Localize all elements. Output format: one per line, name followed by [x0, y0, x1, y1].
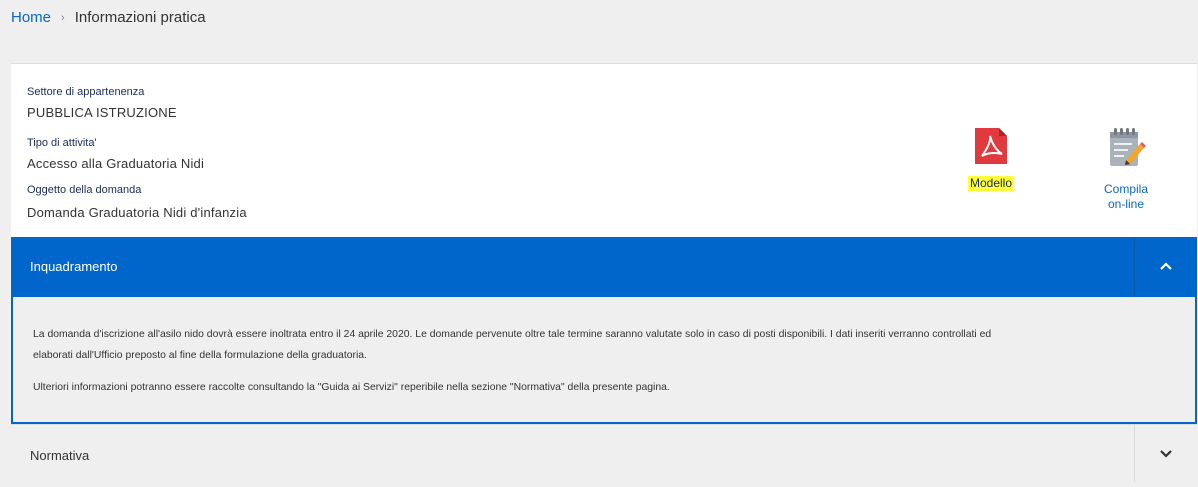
settore-value: PUBBLICA ISTRUZIONE — [27, 105, 177, 120]
compila-online-button[interactable]: Compila on-line — [1093, 126, 1159, 212]
inquadramento-paragraph-2: Ulteriori informazioni potranno essere r… — [33, 382, 670, 393]
breadcrumb: Home › Informazioni pratica — [11, 9, 206, 26]
notepad-pencil-icon — [1093, 126, 1159, 166]
accordion-normativa-header[interactable]: Normativa — [11, 424, 1197, 482]
accordion-inquadramento-title: Inquadramento — [30, 259, 118, 274]
tipo-label: Tipo di attivita' — [27, 137, 97, 149]
compila-label: Compila on-line — [1093, 182, 1159, 212]
oggetto-label: Oggetto della domanda — [27, 184, 142, 196]
compila-label-line2: on-line — [1107, 197, 1145, 211]
inquadramento-paragraph-1-line-2: elaborati dall'Ufficio preposto al fine … — [33, 350, 367, 361]
breadcrumb-current: Informazioni pratica — [74, 9, 206, 26]
breadcrumb-separator: › — [61, 11, 65, 24]
pdf-file-icon — [961, 126, 1021, 166]
chevron-down-icon — [1159, 445, 1173, 463]
inquadramento-paragraph-1-line-1: La domanda d'iscrizione all'asilo nido d… — [33, 329, 992, 340]
chevron-up-icon — [1159, 258, 1173, 276]
accordion-inquadramento-body: La domanda d'iscrizione all'asilo nido d… — [11, 297, 1197, 424]
compila-label-line1: Compila — [1103, 182, 1148, 196]
modello-download-button[interactable]: Modello — [961, 126, 1021, 192]
settore-label: Settore di appartenenza — [27, 86, 145, 98]
breadcrumb-home-link[interactable]: Home — [11, 9, 51, 26]
accordion-normativa-title: Normativa — [30, 448, 90, 463]
tipo-value: Accesso alla Graduatoria Nidi — [27, 156, 205, 171]
accordion-inquadramento-toggle[interactable] — [1134, 237, 1197, 297]
practice-info-card: Settore di appartenenza PUBBLICA ISTRUZI… — [11, 63, 1197, 238]
accordion-normativa-toggle[interactable] — [1134, 425, 1197, 482]
accordion-inquadramento-header[interactable]: Inquadramento — [11, 237, 1197, 297]
modello-label: Modello — [967, 176, 1015, 191]
oggetto-value: Domanda Graduatoria Nidi d'infanzia — [27, 205, 247, 220]
